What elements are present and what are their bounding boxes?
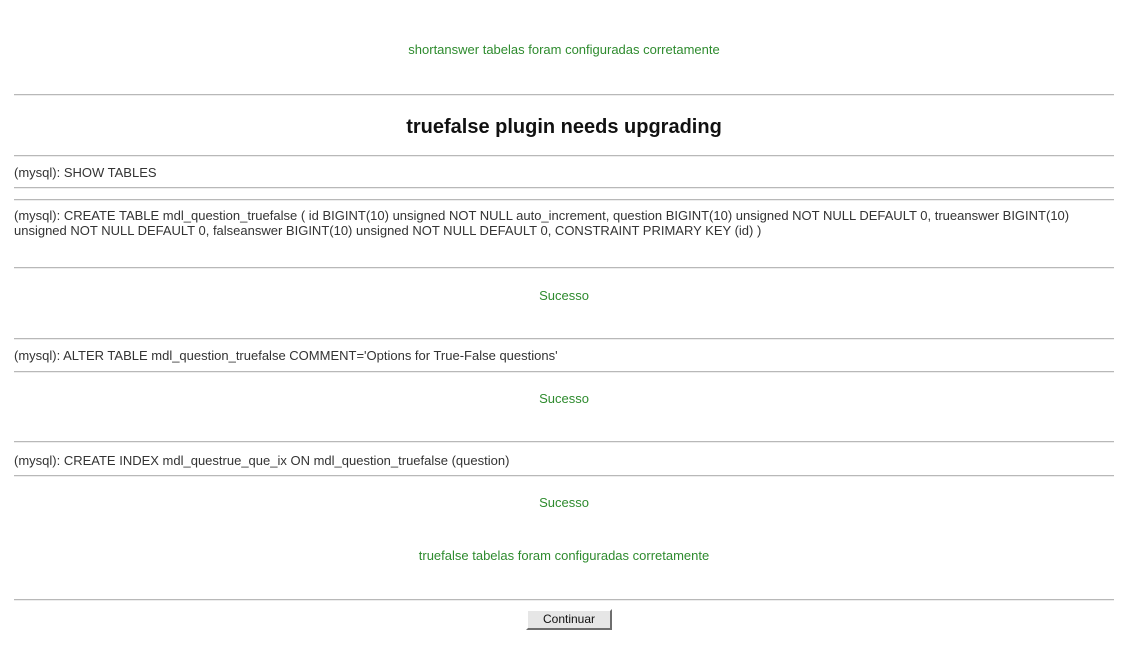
divider (14, 199, 1114, 201)
divider (14, 441, 1114, 443)
divider (14, 187, 1114, 189)
divider (14, 371, 1114, 373)
sql-create-table: (mysql): CREATE TABLE mdl_question_truef… (14, 208, 1070, 238)
shortanswer-success-message: shortanswer tabelas foram configuradas c… (408, 42, 720, 57)
divider (14, 94, 1114, 96)
upgrade-page: shortanswer tabelas foram configuradas c… (0, 0, 1128, 660)
divider (14, 338, 1114, 340)
alter-table-result: Sucesso (539, 391, 589, 406)
page-title: truefalse plugin needs upgrading (406, 116, 722, 138)
divider (14, 267, 1114, 269)
divider (14, 599, 1114, 601)
truefalse-success-message: truefalse tabelas foram configuradas cor… (418, 548, 710, 563)
sql-alter-table: (mysql): ALTER TABLE mdl_question_truefa… (14, 348, 558, 363)
create-table-result: Sucesso (539, 288, 589, 303)
divider (14, 155, 1114, 157)
create-index-result: Sucesso (539, 495, 589, 510)
divider (14, 475, 1114, 477)
sql-show-tables: (mysql): SHOW TABLES (14, 165, 157, 180)
continue-button[interactable]: Continuar (526, 609, 612, 630)
sql-create-index: (mysql): CREATE INDEX mdl_questrue_que_i… (14, 453, 510, 468)
